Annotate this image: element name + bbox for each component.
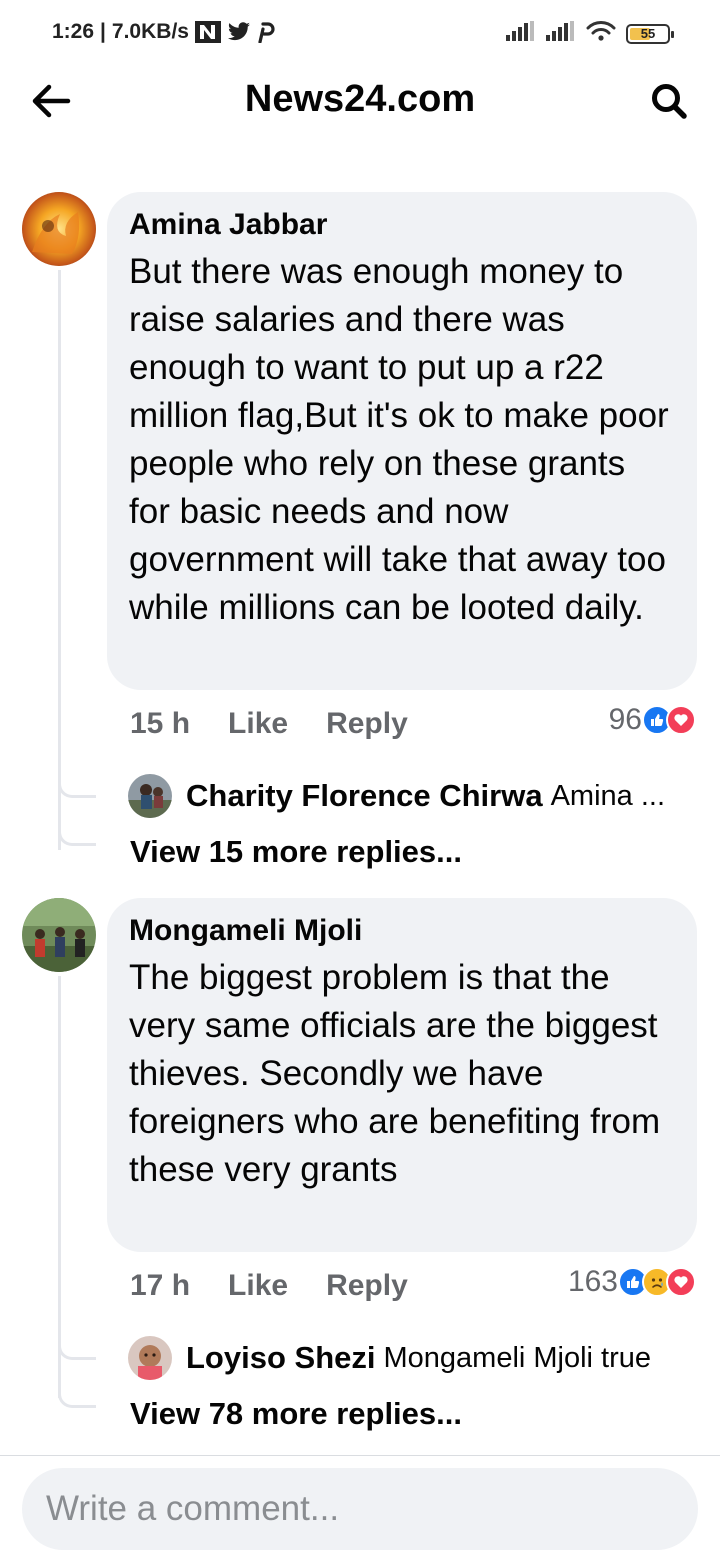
status-time: 1:26 [52, 20, 95, 43]
avatar[interactable] [22, 192, 96, 266]
reply-button[interactable]: Reply [326, 1269, 408, 1303]
signal-icon-2 [546, 21, 576, 46]
status-right: 55 [506, 20, 674, 47]
comment-timestamp[interactable]: 15 h [130, 707, 190, 741]
like-button[interactable]: Like [228, 707, 288, 741]
app-header: News24.com [0, 64, 720, 136]
battery-level: 55 [640, 25, 656, 41]
reply-preview[interactable]: Charity Florence Chirwa Amina ... [128, 774, 665, 818]
view-more-replies[interactable]: View 78 more replies... [130, 1396, 462, 1432]
comment-input[interactable]: Write a comment... [22, 1468, 698, 1550]
love-icon [666, 1267, 696, 1297]
avatar[interactable] [22, 898, 96, 972]
comment-bubble[interactable]: Mongameli Mjoli The biggest problem is t… [107, 898, 697, 1252]
reaction-summary[interactable]: 163 [568, 1262, 696, 1302]
page-title: News24.com [244, 78, 476, 120]
avatar[interactable] [128, 774, 172, 818]
reaction-count: 163 [567, 1265, 618, 1298]
love-icon [666, 705, 696, 735]
comment-author[interactable]: Amina Jabbar [129, 208, 675, 242]
search-icon [652, 84, 687, 119]
like-button[interactable]: Like [228, 1269, 288, 1303]
signal-icon [506, 21, 536, 46]
search-button[interactable] [646, 78, 692, 124]
battery-icon: 55 [626, 23, 674, 44]
wifi-icon [586, 20, 616, 47]
comment-text: The biggest problem is that the very sam… [129, 958, 661, 1189]
reply-author[interactable]: Loyiso Shezi [186, 1340, 375, 1376]
comment-author[interactable]: Mongameli Mjoli [129, 914, 675, 948]
comment-text: But there was enough money to raise sala… [129, 252, 669, 627]
status-left: 1:26 | 7.0KB/s [52, 20, 275, 44]
view-more-replies[interactable]: View 15 more replies... [130, 834, 462, 870]
reaction-count: 96 [608, 703, 642, 736]
comment-bubble[interactable]: Amina Jabbar But there was enough money … [107, 192, 697, 690]
news24-notification-icon [194, 21, 221, 43]
reaction-summary[interactable]: 96 [609, 700, 696, 740]
reply-author[interactable]: Charity Florence Chirwa [186, 778, 543, 814]
status-bar: 1:26 | 7.0KB/s 55 [0, 0, 720, 64]
network-speed: 7.0KB/s [111, 20, 189, 43]
reply-button[interactable]: Reply [326, 707, 408, 741]
avatar[interactable] [128, 1336, 172, 1380]
composer-divider [0, 1455, 720, 1456]
reply-snippet: Amina ... [550, 779, 666, 812]
comment-timestamp[interactable]: 17 h [130, 1269, 190, 1303]
comment-actions: 15 h Like Reply [130, 704, 408, 744]
comment-actions: 17 h Like Reply [130, 1266, 408, 1306]
pinterest-notification-icon [257, 21, 275, 43]
reply-preview[interactable]: Loyiso Shezi Mongameli Mjoli true [128, 1336, 651, 1380]
twitter-notification-icon [227, 22, 251, 42]
reply-snippet: Mongameli Mjoli true [383, 1341, 652, 1374]
